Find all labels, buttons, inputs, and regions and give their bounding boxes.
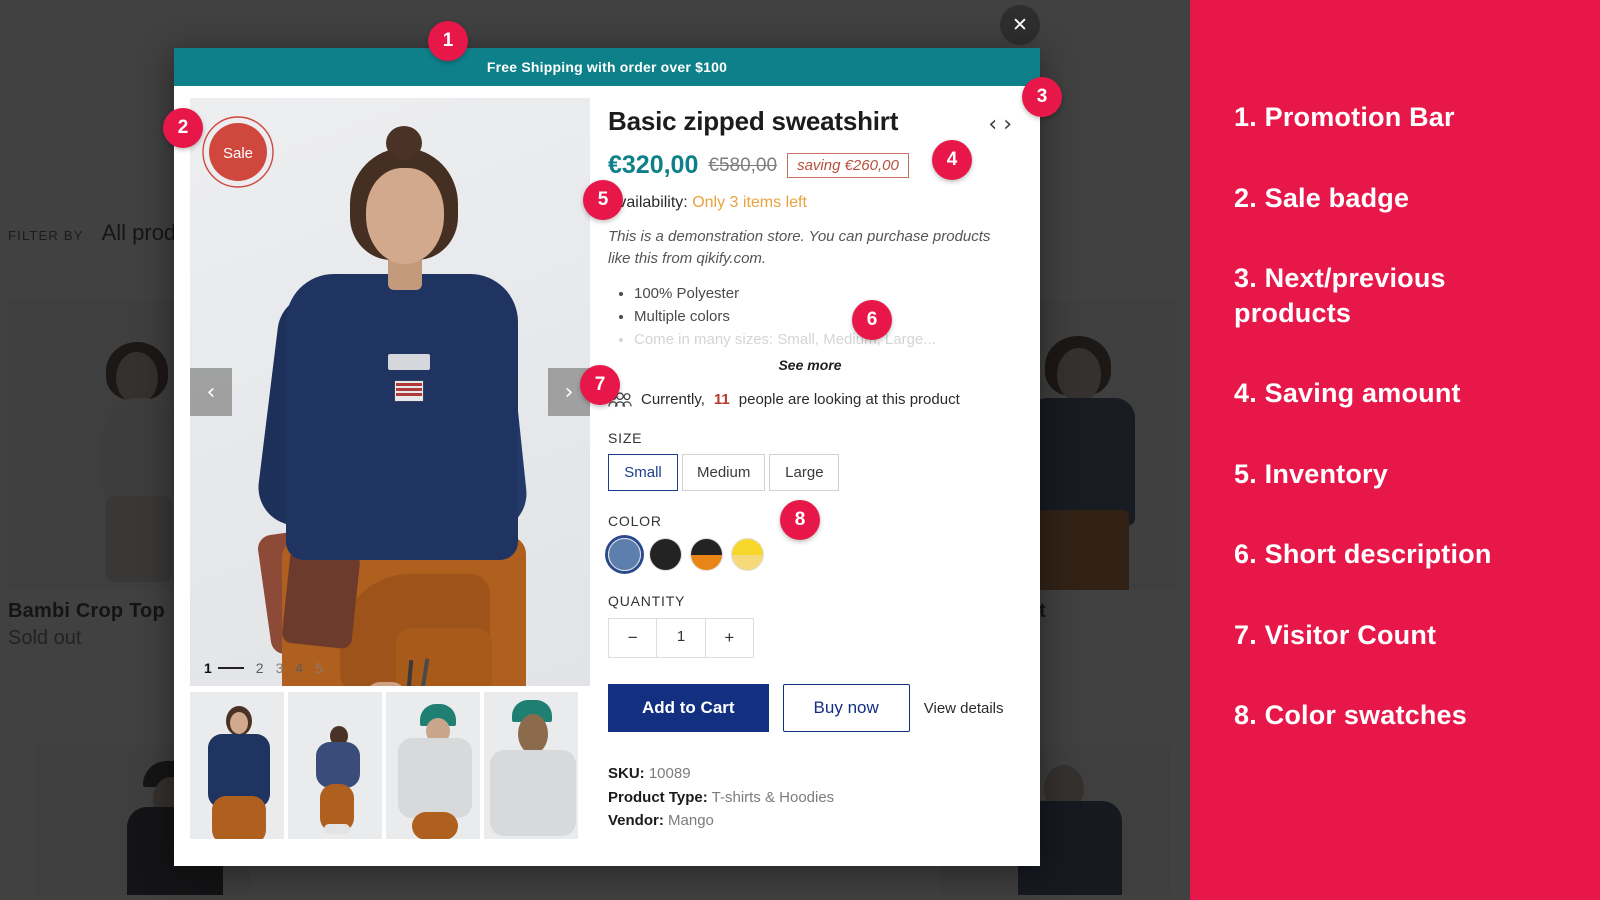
description-bullet: Multiple colors	[634, 305, 1012, 328]
thumbnail-3[interactable]	[386, 692, 480, 839]
legend-item-7: 7. Visitor Count	[1234, 619, 1437, 650]
sale-badge: Sale	[202, 116, 274, 188]
quantity-decrease-button[interactable]: −	[609, 619, 656, 657]
size-option-medium[interactable]: Medium	[682, 454, 766, 492]
annotation-marker-4: 4	[932, 140, 972, 180]
product-gallery: Sale ‹ › 1 2 3 4 5	[174, 86, 590, 866]
product-price: €320,00	[608, 151, 699, 179]
description-bullet: 100% Polyester	[634, 282, 1012, 305]
view-details-link[interactable]: View details	[924, 700, 1004, 717]
add-to-cart-button[interactable]: Add to Cart	[608, 684, 769, 733]
promotion-bar-text: Free Shipping with order over $100	[486, 59, 728, 75]
annotation-marker-5: 5	[583, 180, 623, 220]
thumbnail-1[interactable]	[190, 692, 284, 839]
previous-product-icon[interactable]: ‹	[988, 112, 997, 137]
meta-vendor-label: Vendor:	[608, 811, 664, 829]
product-info: Basic zipped sweatshirt ‹ › €320,00 €580…	[590, 86, 1040, 866]
legend-item-4: 4. Saving amount	[1234, 378, 1461, 409]
annotation-marker-1: 1	[428, 21, 468, 61]
meta-vendor: Vendor: Mango	[608, 809, 1012, 832]
gallery-dot-4[interactable]: 4	[295, 660, 303, 676]
gallery-active-bar	[217, 667, 244, 669]
action-buttons: Add to Cart Buy now View details	[608, 684, 1012, 733]
annotation-marker-7: 7	[580, 365, 620, 405]
close-icon[interactable]: ✕	[1000, 5, 1040, 45]
color-swatch-black-orange[interactable]	[690, 538, 723, 572]
legend-item-5: 5. Inventory	[1234, 458, 1388, 489]
thumbnail-strip	[190, 692, 578, 839]
color-swatch-blue[interactable]	[608, 538, 641, 572]
main-product-image[interactable]: Sale ‹ › 1 2 3 4 5	[190, 98, 590, 686]
quantity-increase-button[interactable]: +	[706, 619, 753, 657]
legend-item-8: 8. Color swatches	[1234, 700, 1467, 731]
gallery-dot-1[interactable]: 1	[204, 660, 212, 676]
annotation-marker-3: 3	[1022, 77, 1062, 117]
promotion-bar: Free Shipping with order over $100	[174, 48, 1040, 86]
product-meta: SKU: 10089 Product Type: T-shirts & Hood…	[608, 762, 1012, 832]
gallery-dot-2[interactable]: 2	[256, 660, 264, 676]
thumbnail-2[interactable]	[288, 692, 382, 839]
gallery-dot-5[interactable]: 5	[315, 660, 323, 676]
color-swatch-black[interactable]	[649, 538, 682, 572]
quick-view-modal: Free Shipping with order over $100 Sale …	[174, 48, 1040, 866]
meta-product-type: Product Type: T-shirts & Hoodies	[608, 786, 1012, 809]
inventory-status: Only 3 items left	[692, 194, 807, 211]
legend-item-2: 2. Sale badge	[1234, 182, 1410, 213]
annotation-marker-6: 6	[852, 300, 892, 340]
meta-product-type-label: Product Type:	[608, 788, 708, 806]
availability-row: Availability: Only 3 items left	[608, 194, 1012, 212]
page-title: Basic zipped sweatshirt	[608, 106, 899, 136]
legend-item-6: 6. Short description	[1234, 539, 1492, 570]
legend-item-1: 1. Promotion Bar	[1234, 102, 1455, 132]
gallery-prev-icon[interactable]: ‹	[190, 368, 232, 416]
next-product-icon[interactable]: ›	[1003, 112, 1012, 137]
demo-store-note: This is a demonstration store. You can p…	[608, 228, 991, 267]
thumbnail-4[interactable]	[484, 692, 578, 839]
meta-sku: SKU: 10089	[608, 762, 1012, 785]
annotation-marker-2: 2	[163, 108, 203, 148]
title-row: Basic zipped sweatshirt ‹ ›	[608, 106, 1012, 137]
product-navigation: ‹ ›	[988, 112, 1012, 137]
quantity-stepper: − 1 +	[608, 618, 754, 659]
gallery-dot-3[interactable]: 3	[276, 660, 284, 676]
visitor-prefix: Currently,	[641, 391, 705, 409]
color-swatch-yellow[interactable]	[731, 538, 764, 572]
visitor-number: 11	[713, 391, 730, 409]
saving-badge: saving €260,00	[787, 153, 909, 178]
size-label: SIZE	[608, 430, 643, 447]
meta-product-type-value: T-shirts & Hoodies	[711, 788, 835, 806]
size-option-large[interactable]: Large	[769, 454, 840, 492]
meta-vendor-value: Mango	[668, 811, 714, 829]
meta-sku-label: SKU:	[608, 765, 645, 783]
description-bullet: Come in many sizes: Small, Medium, Large…	[634, 328, 1012, 351]
compare-at-price: €580,00	[708, 154, 778, 176]
annotation-marker-8: 8	[780, 500, 820, 540]
color-swatches	[608, 538, 1012, 572]
gallery-pagination: 1 2 3 4 5	[204, 660, 323, 676]
legend-item-3: 3. Next/previous products	[1234, 263, 1446, 328]
quantity-label: QUANTITY	[608, 593, 686, 610]
short-description-list: 100% Polyester Multiple colors Come in m…	[608, 282, 1012, 352]
meta-sku-value: 10089	[648, 765, 691, 783]
sale-badge-label: Sale	[223, 145, 253, 162]
quantity-value[interactable]: 1	[656, 619, 706, 658]
annotation-legend-panel: 1. Promotion Bar 2. Sale badge 3. Next/p…	[1190, 0, 1600, 900]
size-options: Small Medium Large	[608, 454, 1012, 492]
size-option-small[interactable]: Small	[608, 454, 678, 492]
buy-now-button[interactable]: Buy now	[782, 684, 910, 733]
see-more-link[interactable]: See more	[608, 357, 1012, 373]
visitor-count: Currently, 11 people are looking at this…	[608, 391, 1012, 408]
visitor-suffix: people are looking at this product	[738, 391, 960, 409]
